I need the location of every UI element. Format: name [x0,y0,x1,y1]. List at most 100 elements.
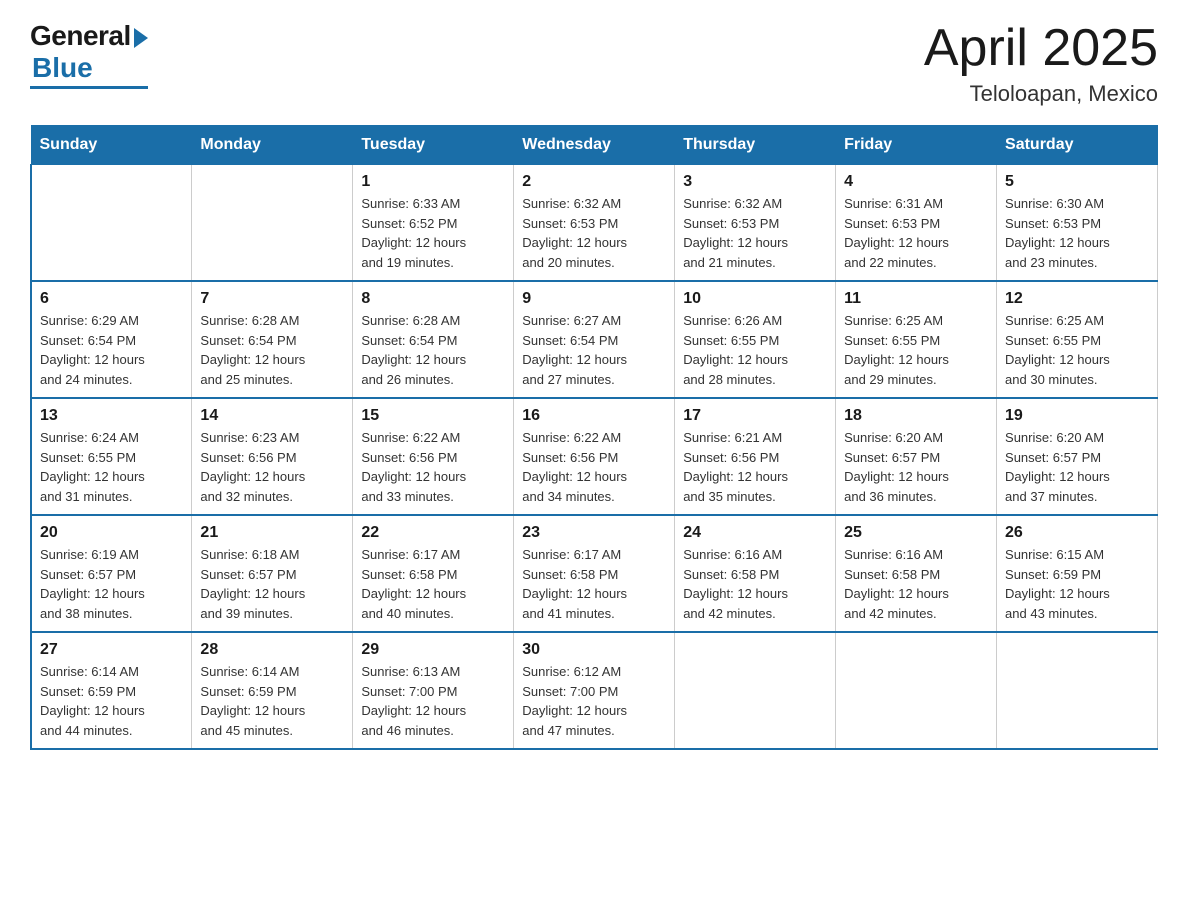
day-number-14: 14 [200,407,344,425]
day-number-7: 7 [200,290,344,308]
calendar-cell-w2-d4: 9 Sunrise: 6:27 AM Sunset: 6:54 PM Daylig… [514,281,675,398]
day-info-1: Sunrise: 6:33 AM Sunset: 6:52 PM Dayligh… [361,194,505,272]
calendar-cell-w2-d7: 12 Sunrise: 6:25 AM Sunset: 6:55 PM Dayli… [997,281,1158,398]
day-info-18: Sunrise: 6:20 AM Sunset: 6:57 PM Dayligh… [844,428,988,506]
calendar-week-4: 20 Sunrise: 6:19 AM Sunset: 6:57 PM Dayli… [31,515,1158,632]
calendar-cell-w1-d6: 4Sunrise: 6:31 AM Sunset: 6:53 PM Daylig… [836,165,997,282]
calendar-cell-w4-d2: 21 Sunrise: 6:18 AM Sunset: 6:57 PM Dayli… [192,515,353,632]
day-number-11: 11 [844,290,988,308]
calendar-header: SundayMondayTuesdayWednesdayThursdayFrid… [31,126,1158,165]
day-info-24: Sunrise: 6:16 AM Sunset: 6:58 PM Dayligh… [683,545,827,623]
day-info-5: Sunrise: 6:30 AM Sunset: 6:53 PM Dayligh… [1005,194,1149,272]
day-info-14: Sunrise: 6:23 AM Sunset: 6:56 PM Dayligh… [200,428,344,506]
calendar-table: SundayMondayTuesdayWednesdayThursdayFrid… [30,125,1158,750]
calendar-subtitle: Teloloapan, Mexico [924,81,1158,107]
logo-general-text: General [30,20,131,52]
calendar-cell-w2-d1: 6Sunrise: 6:29 AM Sunset: 6:54 PM Daylig… [31,281,192,398]
calendar-cell-w1-d5: 3Sunrise: 6:32 AM Sunset: 6:53 PM Daylig… [675,165,836,282]
calendar-cell-w5-d1: 27Sunrise: 6:14 AM Sunset: 6:59 PM Dayli… [31,632,192,749]
calendar-cell-w2-d3: 8 Sunrise: 6:28 AM Sunset: 6:54 PM Daylig… [353,281,514,398]
calendar-week-1: 1 Sunrise: 6:33 AM Sunset: 6:52 PM Daylig… [31,165,1158,282]
day-number-13: 13 [40,407,183,425]
day-number-8: 8 [361,290,505,308]
calendar-cell-w1-d2 [192,165,353,282]
day-info-28: Sunrise: 6:14 AM Sunset: 6:59 PM Dayligh… [200,662,344,740]
day-number-26: 26 [1005,524,1149,542]
day-info-29: Sunrise: 6:13 AM Sunset: 7:00 PM Dayligh… [361,662,505,740]
day-number-24: 24 [683,524,827,542]
calendar-week-2: 6Sunrise: 6:29 AM Sunset: 6:54 PM Daylig… [31,281,1158,398]
calendar-cell-w4-d4: 23 Sunrise: 6:17 AM Sunset: 6:58 PM Dayli… [514,515,675,632]
day-number-22: 22 [361,524,505,542]
weekday-header-thursday: Thursday [675,126,836,165]
day-number-9: 9 [522,290,666,308]
calendar-cell-w4-d1: 20 Sunrise: 6:19 AM Sunset: 6:57 PM Dayli… [31,515,192,632]
logo-blue-text: Blue [32,52,93,84]
calendar-cell-w3-d3: 15 Sunrise: 6:22 AM Sunset: 6:56 PM Dayli… [353,398,514,515]
day-info-25: Sunrise: 6:16 AM Sunset: 6:58 PM Dayligh… [844,545,988,623]
weekday-header-wednesday: Wednesday [514,126,675,165]
title-block: April 2025 Teloloapan, Mexico [924,20,1158,107]
calendar-cell-w1-d1 [31,165,192,282]
day-number-25: 25 [844,524,988,542]
day-info-12: Sunrise: 6:25 AM Sunset: 6:55 PM Dayligh… [1005,311,1149,389]
day-info-21: Sunrise: 6:18 AM Sunset: 6:57 PM Dayligh… [200,545,344,623]
calendar-cell-w3-d7: 19 Sunrise: 6:20 AM Sunset: 6:57 PM Dayli… [997,398,1158,515]
logo-arrow-icon [134,28,148,48]
day-number-29: 29 [361,641,505,659]
day-number-12: 12 [1005,290,1149,308]
weekday-header-sunday: Sunday [31,126,192,165]
day-info-6: Sunrise: 6:29 AM Sunset: 6:54 PM Dayligh… [40,311,183,389]
day-info-10: Sunrise: 6:26 AM Sunset: 6:55 PM Dayligh… [683,311,827,389]
calendar-cell-w4-d3: 22 Sunrise: 6:17 AM Sunset: 6:58 PM Dayli… [353,515,514,632]
day-info-9: Sunrise: 6:27 AM Sunset: 6:54 PM Dayligh… [522,311,666,389]
day-number-2: 2 [522,173,666,191]
day-info-11: Sunrise: 6:25 AM Sunset: 6:55 PM Dayligh… [844,311,988,389]
logo-underline [30,86,148,89]
calendar-cell-w4-d7: 26 Sunrise: 6:15 AM Sunset: 6:59 PM Dayli… [997,515,1158,632]
day-number-17: 17 [683,407,827,425]
day-number-5: 5 [1005,173,1149,191]
calendar-week-5: 27 Sunrise: 6:14 AM Sunset: 6:59 PM Dayli… [31,632,1158,749]
day-info-16: Sunrise: 6:22 AM Sunset: 6:56 PM Dayligh… [522,428,666,506]
calendar-week-3: 13 Sunrise: 6:24 AM Sunset: 6:55 PM Dayli… [31,398,1158,515]
calendar-cell-w1-d7: 5 Sunrise: 6:30 AM Sunset: 6:53 PM Daylig… [997,165,1158,282]
calendar-title: April 2025 [924,20,1158,77]
calendar-cell-w1-d3: 1 Sunrise: 6:33 AM Sunset: 6:52 PM Daylig… [353,165,514,282]
day-info-2: Sunrise: 6:32 AM Sunset: 6:53 PM Dayligh… [522,194,666,272]
day-info-20: Sunrise: 6:19 AM Sunset: 6:57 PM Dayligh… [40,545,183,623]
weekday-header-tuesday: Tuesday [353,126,514,165]
day-info-22: Sunrise: 6:17 AM Sunset: 6:58 PM Dayligh… [361,545,505,623]
day-info-7: Sunrise: 6:28 AM Sunset: 6:54 PM Dayligh… [200,311,344,389]
weekday-header-saturday: Saturday [997,126,1158,165]
calendar-cell-w3-d4: 16Sunrise: 6:22 AM Sunset: 6:56 PM Dayli… [514,398,675,515]
day-info-23: Sunrise: 6:17 AM Sunset: 6:58 PM Dayligh… [522,545,666,623]
calendar-cell-w5-d2: 28 Sunrise: 6:14 AM Sunset: 6:59 PM Dayli… [192,632,353,749]
day-number-15: 15 [361,407,505,425]
day-number-28: 28 [200,641,344,659]
day-number-21: 21 [200,524,344,542]
calendar-cell-w3-d5: 17Sunrise: 6:21 AM Sunset: 6:56 PM Dayli… [675,398,836,515]
day-info-13: Sunrise: 6:24 AM Sunset: 6:55 PM Dayligh… [40,428,183,506]
day-number-20: 20 [40,524,183,542]
day-number-18: 18 [844,407,988,425]
day-number-19: 19 [1005,407,1149,425]
calendar-cell-w5-d5 [675,632,836,749]
day-info-8: Sunrise: 6:28 AM Sunset: 6:54 PM Dayligh… [361,311,505,389]
day-number-23: 23 [522,524,666,542]
day-number-3: 3 [683,173,827,191]
calendar-cell-w5-d6 [836,632,997,749]
day-info-26: Sunrise: 6:15 AM Sunset: 6:59 PM Dayligh… [1005,545,1149,623]
day-info-19: Sunrise: 6:20 AM Sunset: 6:57 PM Dayligh… [1005,428,1149,506]
calendar-cell-w2-d6: 11 Sunrise: 6:25 AM Sunset: 6:55 PM Dayli… [836,281,997,398]
calendar-body: 1 Sunrise: 6:33 AM Sunset: 6:52 PM Daylig… [31,165,1158,750]
calendar-cell-w5-d4: 30Sunrise: 6:12 AM Sunset: 7:00 PM Dayli… [514,632,675,749]
page-header: General Blue April 2025 Teloloapan, Mexi… [30,20,1158,107]
calendar-cell-w4-d5: 24 Sunrise: 6:16 AM Sunset: 6:58 PM Dayli… [675,515,836,632]
calendar-cell-w1-d4: 2 Sunrise: 6:32 AM Sunset: 6:53 PM Daylig… [514,165,675,282]
day-number-27: 27 [40,641,183,659]
weekday-header-monday: Monday [192,126,353,165]
calendar-cell-w3-d6: 18 Sunrise: 6:20 AM Sunset: 6:57 PM Dayli… [836,398,997,515]
day-number-1: 1 [361,173,505,191]
day-info-15: Sunrise: 6:22 AM Sunset: 6:56 PM Dayligh… [361,428,505,506]
